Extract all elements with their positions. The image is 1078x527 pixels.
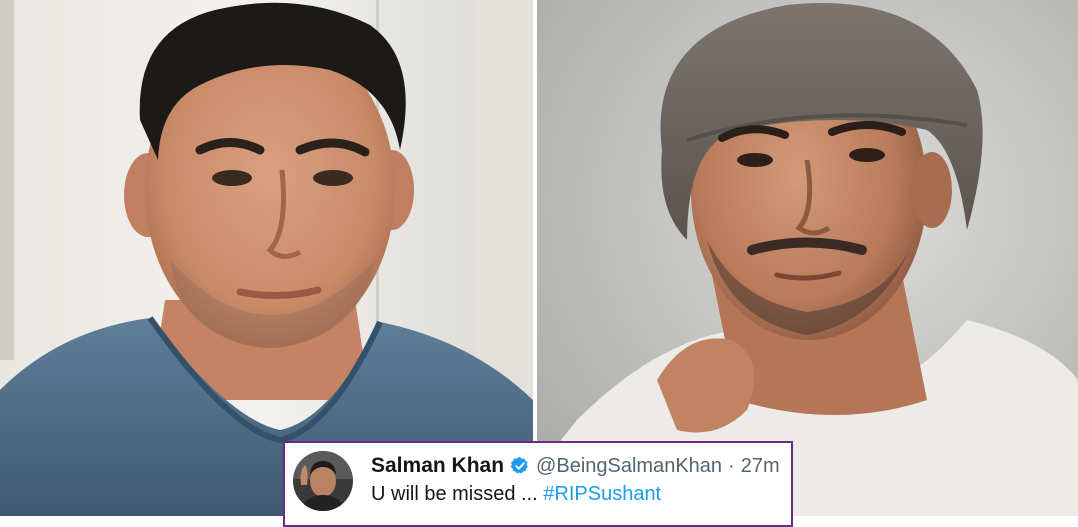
- photo-salman-khan: [0, 0, 533, 516]
- verified-badge-icon: [510, 456, 530, 476]
- photo-sushant: [537, 0, 1078, 516]
- tweet-card[interactable]: Salman Khan @BeingSalmanKhan · 27m U wil…: [283, 441, 793, 527]
- tweet-timestamp[interactable]: 27m: [741, 455, 780, 478]
- tweet-author-name[interactable]: Salman Khan: [371, 454, 504, 478]
- tweet-header: Salman Khan @BeingSalmanKhan · 27m: [371, 453, 780, 479]
- tweet-hashtag-link[interactable]: #RIPSushant: [543, 483, 661, 505]
- tweet-separator: ·: [728, 454, 735, 477]
- tweet-text: U will be missed ... #RIPSushant: [371, 483, 661, 506]
- avatar[interactable]: [293, 451, 353, 511]
- tweet-body-text: U will be missed ...: [371, 483, 544, 505]
- tweet-handle[interactable]: @BeingSalmanKhan: [536, 455, 722, 478]
